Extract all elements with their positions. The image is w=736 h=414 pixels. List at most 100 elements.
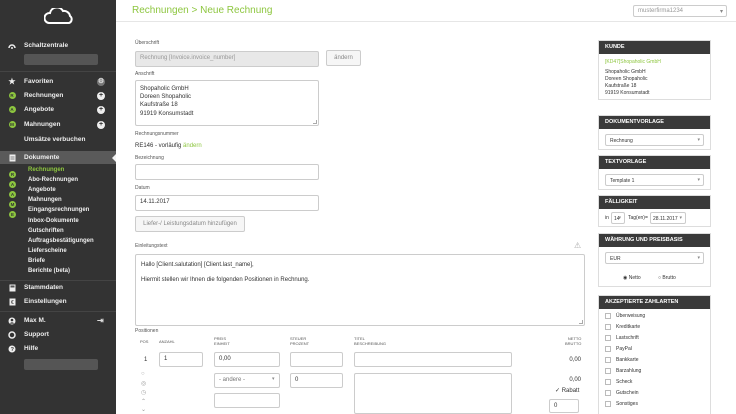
- title-field[interactable]: [354, 352, 512, 367]
- gear-icon[interactable]: ⚙: [97, 77, 105, 86]
- logout-icon[interactable]: ⇥: [97, 316, 104, 325]
- move-down-icon[interactable]: ⌄: [141, 406, 146, 413]
- doc-item-credit-notes[interactable]: Gutschriften: [28, 228, 64, 234]
- copy-icon[interactable]: ◎: [141, 380, 146, 387]
- date-field[interactable]: 14.11.2017: [135, 195, 319, 211]
- payment-checkbox[interactable]: [605, 346, 611, 352]
- due-panel: FÄLLIGKEIT in 14 Tag(en) = 28.11.2017: [598, 195, 711, 227]
- payment-checkbox[interactable]: [605, 357, 611, 363]
- doc-item-invoices[interactable]: Rechnungen: [28, 167, 64, 173]
- sidebar-item-post-revenue[interactable]: Umsätze verbuchen: [0, 133, 116, 146]
- price-field[interactable]: 0,00: [214, 352, 280, 367]
- sidebar-item-label: Max M.: [24, 317, 46, 324]
- payment-checkbox[interactable]: [605, 390, 611, 396]
- change-invoice-number-link[interactable]: ändern: [183, 143, 202, 149]
- sidebar-item-label: Schaltzentrale: [24, 42, 69, 49]
- clock-icon[interactable]: ◷: [141, 389, 146, 396]
- sidebar-item-offers[interactable]: A Angebote +: [0, 103, 116, 116]
- doc-item-inbox-documents[interactable]: Inbox-Dokumente: [28, 218, 79, 224]
- doc-item-order-confirmations[interactable]: Auftragsbestätigungen: [28, 238, 94, 244]
- net-radio[interactable]: ◉ Netto: [623, 275, 641, 281]
- invoice-number-value: RE146 - vorläufig: [135, 143, 182, 149]
- resize-grip-icon[interactable]: [579, 320, 583, 324]
- subject-label: Überschrift: [135, 40, 160, 46]
- sidebar-item-label: Stammdaten: [24, 284, 64, 291]
- payment-label: PayPal: [616, 346, 632, 352]
- due-unit[interactable]: Tag(en): [628, 215, 645, 221]
- sidebar-item-user[interactable]: Max M. ⇥: [0, 314, 116, 327]
- radio-checked-icon: ◉: [623, 275, 628, 281]
- doc-item-letters[interactable]: Briefe: [28, 258, 45, 264]
- sidebar-item-invoices[interactable]: R Rechnungen +: [0, 89, 116, 102]
- payment-checkbox[interactable]: [605, 401, 611, 407]
- sidebar-search-box[interactable]: [24, 54, 98, 65]
- payment-checkbox[interactable]: [605, 335, 611, 341]
- quantity-field[interactable]: 1: [159, 352, 203, 367]
- payment-checkbox[interactable]: [605, 368, 611, 374]
- move-up-icon[interactable]: ⌃: [141, 398, 146, 405]
- payment-label: Überweisung: [616, 313, 646, 319]
- svg-text:€: €: [11, 300, 14, 306]
- sidebar-item-favorites[interactable]: ★ Favoriten ⚙: [0, 75, 116, 88]
- unit-extra-field[interactable]: [214, 393, 280, 408]
- doc-item-reminders[interactable]: Mahnungen: [28, 197, 62, 203]
- add-invoice-icon[interactable]: +: [97, 91, 105, 100]
- change-subject-button[interactable]: ändern: [326, 50, 361, 66]
- intro-text-field[interactable]: Hallo [Client.salutation] [Client.last_n…: [135, 254, 585, 326]
- settings-icon: €: [8, 298, 16, 306]
- cloud-logo-icon[interactable]: [44, 8, 74, 24]
- discount-toggle[interactable]: ✓ Rabatt: [555, 387, 579, 394]
- sidebar-bottom-box[interactable]: [24, 359, 98, 370]
- reminder-badge-icon: M: [9, 201, 16, 208]
- sidebar-item-label: Favoriten: [24, 78, 54, 85]
- payment-label: Barzahlung: [616, 368, 642, 374]
- gross-radio[interactable]: ○ Brutto: [658, 275, 676, 281]
- add-delivery-date-button[interactable]: Liefer-/ Leistungsdatum hinzufügen: [135, 216, 245, 232]
- doc-item-offers[interactable]: Angebote: [28, 187, 56, 193]
- resize-grip-icon[interactable]: [313, 120, 317, 124]
- sidebar-item-support[interactable]: Support: [0, 328, 116, 341]
- customer-link[interactable]: [KD47]Shopaholic GmbH: [605, 59, 661, 65]
- address-label: Anschrift: [135, 71, 155, 77]
- description-field[interactable]: [354, 373, 512, 414]
- col-title: TITEL BESCHREIBUNG: [354, 336, 387, 346]
- due-date-field[interactable]: 28.11.2017: [650, 212, 686, 224]
- sidebar-item-label: Rechnungen: [24, 92, 64, 99]
- doc-template-select[interactable]: Rechnung: [605, 134, 704, 146]
- payment-label: Lastschrift: [616, 335, 639, 341]
- doc-item-incoming-invoices[interactable]: Eingangsrechnungen: [28, 207, 89, 213]
- text-template-select[interactable]: Template 1: [605, 174, 704, 186]
- payment-checkbox[interactable]: [605, 324, 611, 330]
- doc-item-subscription-invoices[interactable]: Abo-Rechnungen: [28, 177, 78, 183]
- add-offer-icon[interactable]: +: [97, 105, 105, 114]
- account-select[interactable]: musterfirma1234: [633, 5, 727, 17]
- address-field[interactable]: Shopaholic GmbH Doreen Shopaholic Kaufst…: [135, 80, 319, 126]
- discount-field[interactable]: 0: [549, 399, 579, 413]
- currency-select[interactable]: EUR: [605, 252, 704, 264]
- subject-field[interactable]: Rechnung [Invoice.invoice_number]: [135, 51, 319, 67]
- tax-select[interactable]: [290, 352, 343, 367]
- unit-select[interactable]: - andere -: [214, 373, 280, 388]
- payment-checkbox[interactable]: [605, 379, 611, 385]
- circle-icon[interactable]: ○: [141, 371, 145, 377]
- doc-item-reports[interactable]: Berichte (beta): [28, 268, 70, 274]
- designation-label: Bezeichnung: [135, 155, 164, 161]
- doc-item-delivery-notes[interactable]: Lieferscheine: [28, 248, 67, 254]
- sidebar-item-dashboard[interactable]: Schaltzentrale: [0, 39, 116, 52]
- sidebar-item-help[interactable]: ? Hilfe: [0, 342, 116, 355]
- add-reminder-icon[interactable]: +: [97, 120, 105, 129]
- help-icon: ?: [8, 345, 16, 353]
- date-label: Datum: [135, 185, 150, 191]
- sidebar-item-reminders[interactable]: M Mahnungen +: [0, 118, 116, 131]
- invoice-badge-icon: R: [8, 92, 16, 99]
- sidebar-item-documents[interactable]: Dokumente: [0, 151, 116, 164]
- panel-title: FÄLLIGKEIT: [599, 196, 710, 209]
- sidebar-item-settings[interactable]: € Einstellungen: [0, 295, 116, 308]
- designation-field[interactable]: [135, 164, 319, 180]
- dashboard-icon: [8, 42, 16, 50]
- due-days-field[interactable]: 14: [611, 212, 625, 224]
- sidebar-item-master-data[interactable]: Stammdaten: [0, 281, 116, 294]
- tax-percent-field[interactable]: 0: [290, 373, 343, 388]
- payment-checkbox[interactable]: [605, 313, 611, 319]
- doc-template-panel: DOKUMENTVORLAGE Rechnung: [598, 115, 711, 150]
